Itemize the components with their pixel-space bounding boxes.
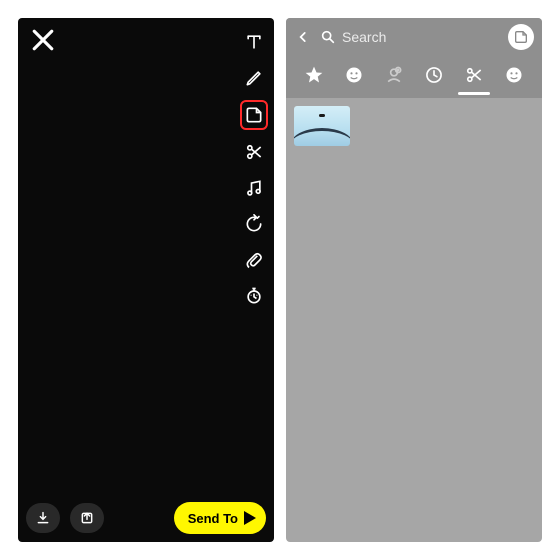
add-to-story-button[interactable] (70, 503, 104, 533)
attachment-tool[interactable] (240, 246, 268, 274)
clock-icon (424, 65, 444, 85)
scissors-icon (464, 65, 484, 85)
send-to-button[interactable]: Send To (174, 502, 266, 534)
tab-recent[interactable] (420, 61, 448, 89)
chevron-left-icon (296, 30, 310, 44)
tab-bitmoji[interactable] (380, 61, 408, 89)
timer-tool[interactable] (240, 282, 268, 310)
sticker-preview-bird (319, 114, 325, 117)
attachment-icon (244, 250, 264, 270)
create-sticker-button[interactable] (508, 24, 534, 50)
pencil-tool[interactable] (240, 64, 268, 92)
sticker-preview-bridge (294, 128, 350, 146)
text-icon (244, 32, 264, 52)
save-button[interactable] (26, 503, 60, 533)
tab-favorites[interactable] (300, 61, 328, 89)
editor-bottom-bar: Send To (26, 502, 266, 534)
sticker-icon (244, 105, 264, 125)
star-icon (304, 65, 324, 85)
editor-top-bar (18, 18, 274, 62)
close-icon (28, 25, 58, 55)
smiley-icon (504, 65, 524, 85)
scissors-icon (244, 142, 264, 162)
snap-editor-panel: Send To (18, 18, 274, 542)
search-placeholder: Search (342, 29, 386, 45)
music-icon (244, 178, 264, 198)
tab-smiley[interactable] (500, 61, 528, 89)
close-button[interactable] (28, 25, 58, 55)
bitmoji-icon (384, 65, 404, 85)
rewind-tool[interactable] (240, 210, 268, 238)
sticker-grid (286, 98, 542, 542)
custom-sticker-thumb[interactable] (294, 106, 350, 146)
pencil-icon (244, 68, 264, 88)
download-icon (35, 510, 51, 526)
tool-column (240, 28, 268, 310)
sticker-picker-panel: Search (286, 18, 542, 542)
add-to-story-icon (79, 510, 95, 526)
search-icon (320, 29, 336, 45)
text-tool[interactable] (240, 28, 268, 56)
rewind-icon (244, 214, 264, 234)
search-input[interactable]: Search (320, 29, 500, 45)
timer-icon (244, 286, 264, 306)
music-tool[interactable] (240, 174, 268, 202)
sticker-icon (513, 29, 529, 45)
emoji-icon (344, 65, 364, 85)
picker-header: Search (286, 18, 542, 56)
send-arrow-icon (244, 511, 256, 525)
scissors-tool[interactable] (240, 138, 268, 166)
send-to-label: Send To (188, 511, 238, 526)
picker-tabs (286, 56, 542, 98)
sticker-tool[interactable] (240, 100, 268, 130)
tab-scissors[interactable] (460, 61, 488, 89)
tab-emoji[interactable] (340, 61, 368, 89)
back-button[interactable] (294, 28, 312, 46)
